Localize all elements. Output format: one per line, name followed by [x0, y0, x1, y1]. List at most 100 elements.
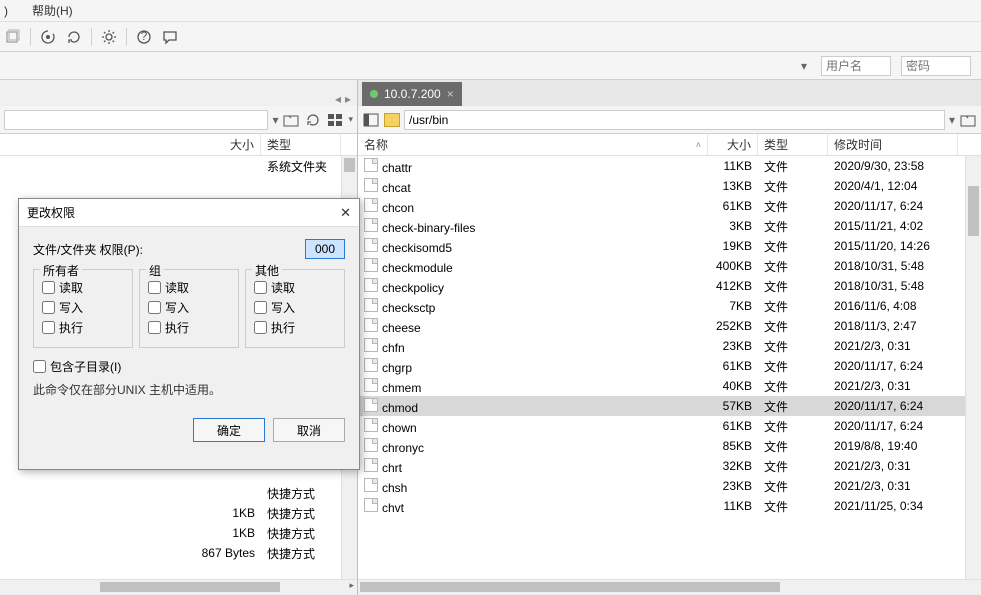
dialog-titlebar[interactable]: 更改权限 ✕	[19, 199, 359, 227]
left-h-scrollbar[interactable]: ▸	[0, 579, 357, 595]
right-col-name[interactable]: 名称˄	[358, 134, 708, 155]
file-row[interactable]: chronyc 85KB 文件 2019/8/8, 19:40	[358, 436, 981, 456]
file-icon	[364, 458, 378, 472]
view-mode-icon[interactable]	[326, 111, 344, 129]
file-icon	[364, 158, 378, 172]
file-row[interactable]: chmod 57KB 文件 2020/11/17, 6:24	[358, 396, 981, 416]
list-item[interactable]: 867 Bytes 快捷方式	[0, 543, 341, 563]
list-item[interactable]: 1KB 快捷方式	[0, 503, 341, 523]
menu-item-help[interactable]: 帮助(H)	[32, 2, 73, 19]
group-write-checkbox[interactable]: 写入	[148, 299, 230, 316]
file-row[interactable]: chattr 11KB 文件 2020/9/30, 23:58	[358, 156, 981, 176]
file-row[interactable]: checkpolicy 412KB 文件 2018/10/31, 5:48	[358, 276, 981, 296]
swirl-icon[interactable]	[39, 28, 57, 46]
toolbar-separator	[91, 28, 92, 46]
toolbar-icon-1[interactable]	[4, 28, 22, 46]
username-input[interactable]	[821, 56, 891, 76]
help-icon[interactable]: ?	[135, 28, 153, 46]
owner-write-checkbox[interactable]: 写入	[42, 299, 124, 316]
list-item[interactable]: 1KB 快捷方式	[0, 523, 341, 543]
include-subdir-checkbox[interactable]: 包含子目录(I)	[33, 358, 345, 375]
file-date: 2019/8/8, 19:40	[828, 439, 958, 453]
other-write-checkbox[interactable]: 写入	[254, 299, 336, 316]
file-row[interactable]: chrt 32KB 文件 2021/2/3, 0:31	[358, 456, 981, 476]
file-row[interactable]: chfn 23KB 文件 2021/2/3, 0:31	[358, 336, 981, 356]
file-row[interactable]: chsh 23KB 文件 2021/2/3, 0:31	[358, 476, 981, 496]
file-row[interactable]: checksctp 7KB 文件 2016/11/6, 4:08	[358, 296, 981, 316]
right-h-scrollbar[interactable]	[358, 579, 981, 595]
up-folder-icon[interactable]	[282, 111, 300, 129]
file-name: checkisomd5	[358, 238, 708, 255]
gear-icon[interactable]	[100, 28, 118, 46]
file-name: checkmodule	[358, 258, 708, 275]
file-date: 2020/11/17, 6:24	[828, 199, 958, 213]
file-type: 文件	[758, 498, 828, 515]
other-read-checkbox[interactable]: 读取	[254, 279, 336, 296]
file-name: chrt	[358, 458, 708, 475]
file-date: 2021/2/3, 0:31	[828, 339, 958, 353]
close-tab-icon[interactable]: ×	[447, 87, 454, 101]
session-tab[interactable]: 10.0.7.200 ×	[362, 82, 462, 106]
file-row[interactable]: checkisomd5 19KB 文件 2015/11/20, 14:26	[358, 236, 981, 256]
file-size: 61KB	[708, 359, 758, 373]
other-group-title: 其他	[252, 262, 282, 279]
file-type: 文件	[758, 178, 828, 195]
left-tab-nav[interactable]: ◂▸	[0, 92, 357, 106]
right-col-type[interactable]: 类型	[758, 134, 828, 155]
file-type: 文件	[758, 458, 828, 475]
file-row[interactable]: checkmodule 400KB 文件 2018/10/31, 5:48	[358, 256, 981, 276]
owner-read-checkbox[interactable]: 读取	[42, 279, 124, 296]
left-col-type[interactable]: 类型	[261, 134, 341, 155]
host-dropdown-icon[interactable]: ▾	[797, 59, 811, 73]
password-input[interactable]	[901, 56, 971, 76]
reload-icon[interactable]	[304, 111, 322, 129]
close-icon[interactable]: ✕	[340, 205, 351, 221]
right-scrollbar[interactable]	[965, 156, 981, 579]
file-row[interactable]: chvt 11KB 文件 2021/11/25, 0:34	[358, 496, 981, 516]
file-row[interactable]: chcat 13KB 文件 2020/4/1, 12:04	[358, 176, 981, 196]
file-row[interactable]: chgrp 61KB 文件 2020/11/17, 6:24	[358, 356, 981, 376]
chevron-down-icon[interactable]: ▾	[949, 113, 955, 127]
right-col-size[interactable]: 大小	[708, 134, 758, 155]
file-size: 7KB	[708, 299, 758, 313]
chevron-down-icon[interactable]: ▾	[272, 113, 278, 127]
file-date: 2015/11/20, 14:26	[828, 239, 958, 253]
permissions-input[interactable]	[305, 239, 345, 259]
ok-button[interactable]: 确定	[193, 418, 265, 442]
owner-exec-checkbox[interactable]: 执行	[42, 319, 124, 336]
file-row[interactable]: chmem 40KB 文件 2021/2/3, 0:31	[358, 376, 981, 396]
file-size: 3KB	[708, 219, 758, 233]
group-exec-checkbox[interactable]: 执行	[148, 319, 230, 336]
left-col-size[interactable]: 大小	[191, 134, 261, 155]
owner-group-title: 所有者	[40, 262, 82, 279]
left-path-input[interactable]	[4, 110, 268, 130]
group-read-checkbox[interactable]: 读取	[148, 279, 230, 296]
file-type: 文件	[758, 318, 828, 335]
right-col-date[interactable]: 修改时间	[828, 134, 958, 155]
file-size: 40KB	[708, 379, 758, 393]
file-icon	[364, 438, 378, 452]
file-row[interactable]: chcon 61KB 文件 2020/11/17, 6:24	[358, 196, 981, 216]
right-path-input[interactable]	[404, 110, 945, 130]
file-row[interactable]: check-binary-files 3KB 文件 2015/11/21, 4:…	[358, 216, 981, 236]
cancel-button[interactable]: 取消	[273, 418, 345, 442]
file-icon	[364, 378, 378, 392]
chat-icon[interactable]	[161, 28, 179, 46]
file-size: 32KB	[708, 459, 758, 473]
refresh-icon[interactable]	[65, 28, 83, 46]
file-type: 文件	[758, 198, 828, 215]
file-row[interactable]: chown 61KB 文件 2020/11/17, 6:24	[358, 416, 981, 436]
file-date: 2018/11/3, 2:47	[828, 319, 958, 333]
file-name: chattr	[358, 158, 708, 175]
menu-item-partial[interactable]: )	[4, 4, 20, 18]
list-item[interactable]: 快捷方式	[0, 483, 341, 503]
left-top-row[interactable]: 系统文件夹	[0, 156, 357, 176]
file-row[interactable]: cheese 252KB 文件 2018/11/3, 2:47	[358, 316, 981, 336]
other-exec-checkbox[interactable]: 执行	[254, 319, 336, 336]
dialog-note: 此命令仅在部分UNIX 主机中适用。	[33, 381, 345, 398]
up-folder-icon[interactable]	[959, 111, 977, 129]
right-list-body[interactable]: chattr 11KB 文件 2020/9/30, 23:58chcat 13K…	[358, 156, 981, 579]
chevron-down-icon[interactable]: ▾	[348, 114, 353, 125]
panel-toggle-icon[interactable]	[362, 111, 380, 129]
item-size: 1KB	[191, 526, 261, 540]
